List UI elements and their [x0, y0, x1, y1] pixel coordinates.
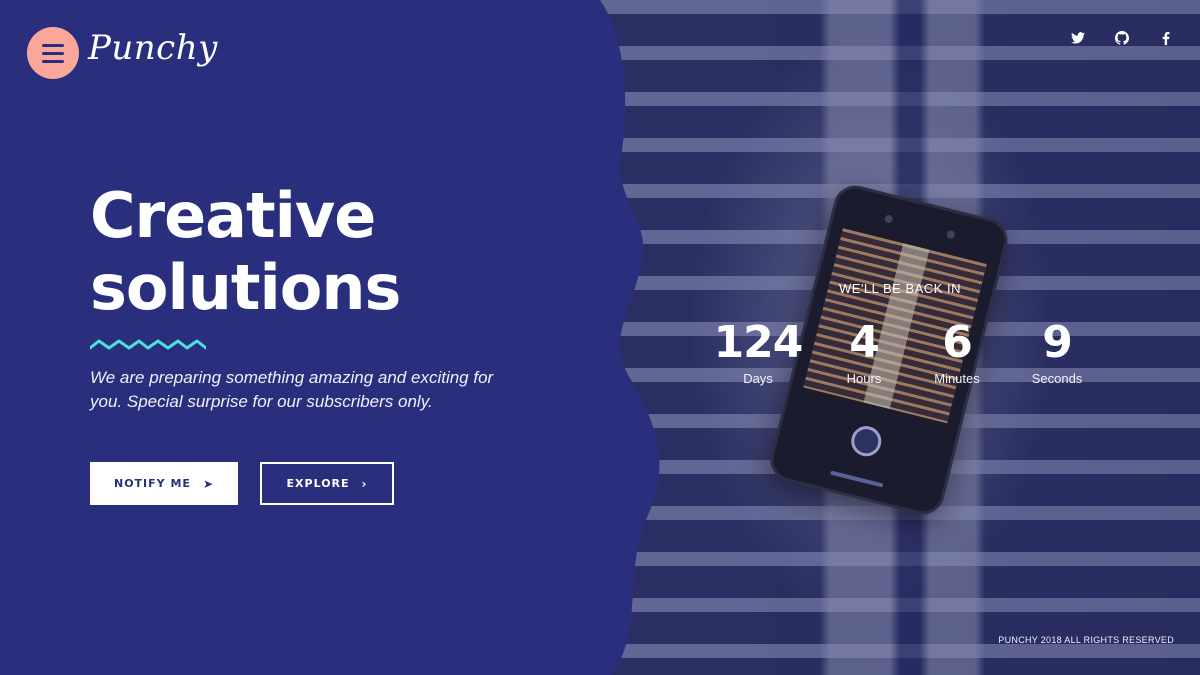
hero-description: We are preparing something amazing and e… — [90, 368, 494, 411]
countdown-hours-value: 4 — [849, 317, 880, 368]
hero-title: Creative solutions — [90, 180, 530, 324]
countdown-hours-label: Hours — [846, 371, 882, 386]
phone-camera-dot — [883, 214, 894, 224]
notify-me-label: NOTIFY ME — [114, 477, 191, 490]
countdown-heading: WE'LL BE BACK IN — [839, 281, 961, 296]
chevron-right-icon: › — [361, 476, 368, 491]
countdown-seconds-label: Seconds — [1031, 371, 1083, 386]
phone-home-bar — [830, 470, 884, 488]
explore-label: EXPLORE — [286, 477, 350, 490]
hero-section: Creative solutions We are preparing some… — [90, 180, 530, 505]
hamburger-icon-bar — [42, 51, 64, 55]
hamburger-icon-bar — [42, 59, 64, 63]
social-links — [1070, 30, 1174, 46]
hero-title-line1: Creative — [90, 179, 376, 252]
countdown-minutes: 6 Minutes — [907, 317, 1007, 387]
facebook-icon[interactable] — [1158, 30, 1174, 46]
countdown-timer: 124 Days 4 Hours 6 Minutes 9 Seconds — [700, 318, 1115, 398]
countdown-minutes-label: Minutes — [934, 371, 980, 386]
countdown-minutes-value: 6 — [942, 317, 973, 368]
brand-logo[interactable]: Punchy — [88, 28, 218, 68]
hamburger-icon-bar — [42, 43, 64, 47]
twitter-icon[interactable] — [1070, 30, 1086, 46]
phone-shutter-button — [848, 423, 885, 460]
countdown-hours: 4 Hours — [814, 317, 914, 387]
send-arrow-icon: ➤ — [202, 476, 214, 491]
copyright-text: PUNCHY 2018 ALL RIGHTS RESERVED — [998, 635, 1174, 645]
countdown-days-value: 124 — [713, 317, 804, 368]
github-icon[interactable] — [1114, 30, 1130, 46]
countdown-days: 124 Days — [708, 317, 808, 387]
hero-actions: NOTIFY ME ➤ EXPLORE › — [90, 462, 530, 505]
notify-me-button[interactable]: NOTIFY ME ➤ — [90, 462, 238, 505]
explore-button[interactable]: EXPLORE › — [260, 462, 394, 505]
phone-sensor-dot — [945, 229, 956, 240]
countdown-days-label: Days — [743, 371, 773, 386]
zigzag-divider-icon — [90, 339, 206, 350]
countdown-seconds-value: 9 — [1042, 317, 1073, 368]
countdown-seconds: 9 Seconds — [1007, 317, 1107, 387]
menu-button[interactable] — [27, 27, 79, 79]
